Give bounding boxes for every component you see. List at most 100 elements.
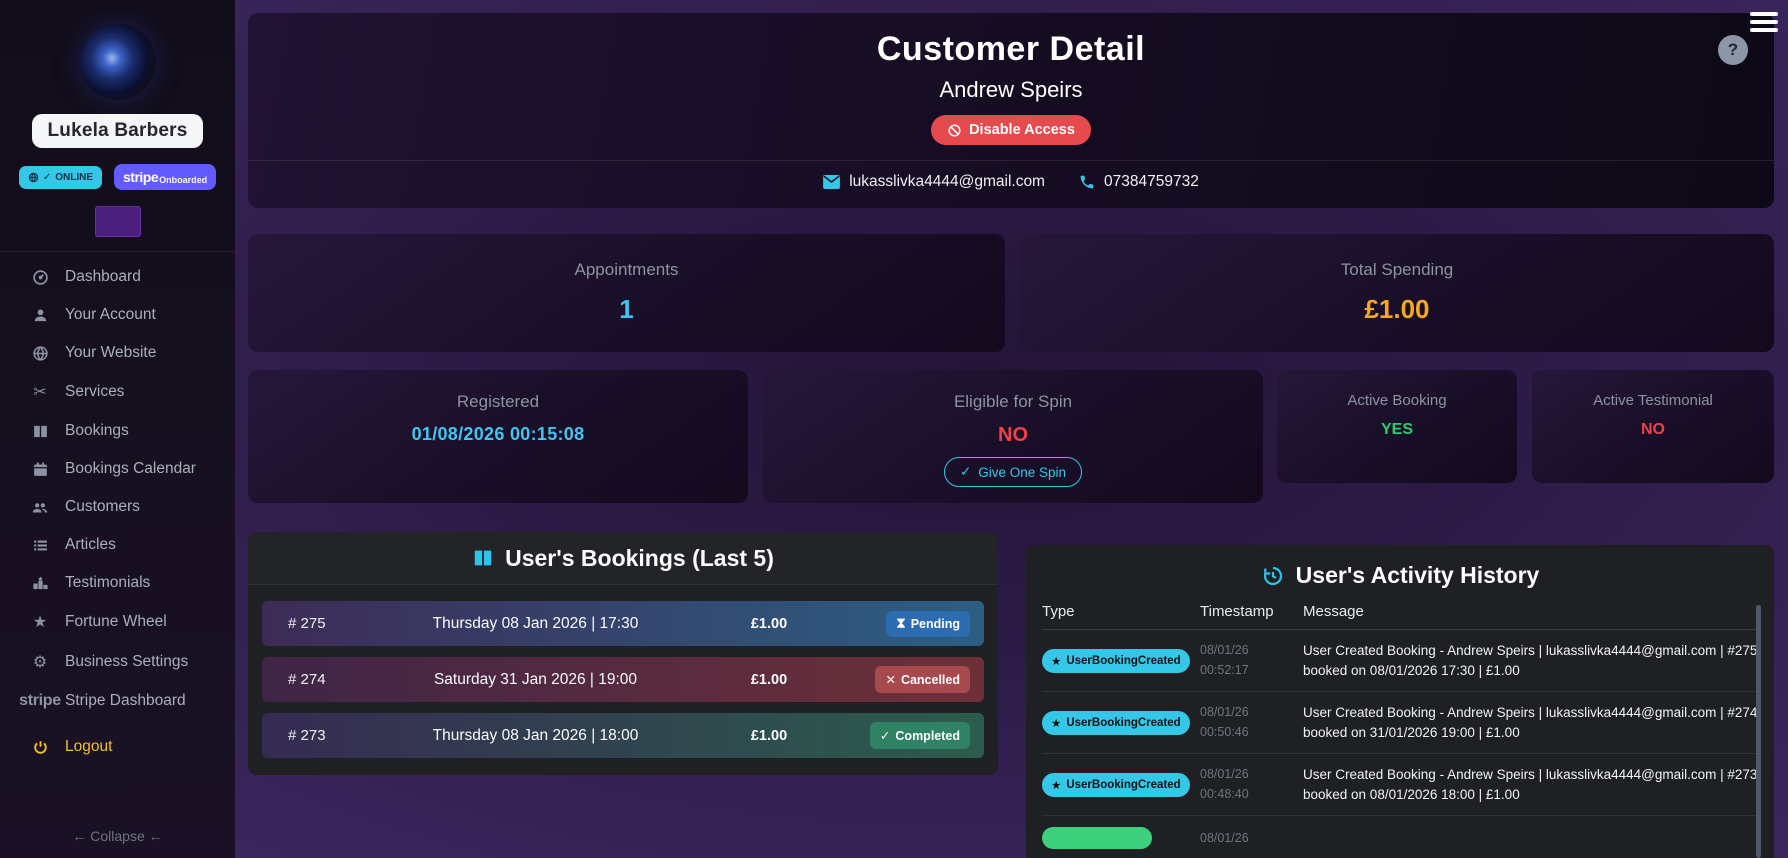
phone-text: 07384759732 [1103,173,1199,190]
booking-id: # 273 [288,727,326,744]
sidebar: Lukela Barbers ✓ ONLINE stripe Onboarded… [0,0,235,858]
customer-email[interactable]: lukasslivka4444@gmail.com [823,173,1045,191]
activity-date: 08/01/26 [1200,643,1249,658]
sidebar-item-label: Articles [65,536,116,553]
activity-type-label: UserBookingCreated [1066,716,1181,729]
status-label: Pending [910,616,960,631]
sidebar-item-services[interactable]: ✂ Services [0,372,235,412]
activity-type-badge [1042,827,1152,850]
sidebar-item-label: Fortune Wheel [65,613,167,630]
booking-row[interactable]: # 273 Thursday 08 Jan 2026 | 18:00 £1.00… [262,713,984,758]
sidebar-item-bookings[interactable]: Bookings [0,412,235,450]
sidebar-item-logout[interactable]: Logout [0,728,235,766]
activity-time: 00:48:40 [1200,786,1249,801]
registered-card: Registered 01/08/2026 00:15:08 [248,370,748,503]
status-badge-cancelled: ✕ Cancelled [875,666,970,693]
star-icon: ★ [1051,779,1062,792]
active-booking-value: YES [1380,421,1413,438]
sidebar-item-your-website[interactable]: Your Website [0,334,235,372]
eligible-spin-card: Eligible for Spin NO ✓ Give One Spin [763,370,1263,503]
disable-access-button[interactable]: Disable Access [931,115,1091,145]
help-button[interactable]: ? [1718,35,1748,65]
gears-icon: ⚙ [32,654,48,671]
header-divider [248,160,1774,161]
star-icon: ★ [32,614,48,631]
activity-message: User Created Booking - Andrew Speirs | l… [1303,643,1758,678]
booking-price: £1.00 [750,615,788,632]
sidebar-item-label: Your Account [65,306,156,323]
activity-row: ★ UserBookingCreated 08/01/26 00:50:46 Use… [1042,692,1758,755]
total-spending-value: £1.00 [1364,294,1430,324]
activity-scrollbar[interactable] [1756,605,1761,858]
customer-name: Andrew Speirs [939,77,1083,102]
main-content: Customer Detail Andrew Speirs Disable Ac… [235,0,1788,858]
give-one-spin-button[interactable]: ✓ Give One Spin [943,457,1083,487]
brand-name: Lukela Barbers [32,114,203,148]
booking-row[interactable]: # 274 Saturday 31 Jan 2026 | 19:00 £1.00… [262,657,984,702]
give-one-spin-label: Give One Spin [978,464,1067,480]
activity-row: 08/01/26 [1042,816,1758,858]
customer-phone[interactable]: 07384759732 [1079,173,1199,191]
sidebar-item-customers[interactable]: Customers [0,488,235,526]
sidebar-item-dashboard[interactable]: Dashboard [0,258,235,296]
appointments-label: Appointments [574,260,679,279]
activity-date: 08/01/26 [1200,705,1249,720]
calendar-icon [30,461,50,478]
activity-history-panel: User's Activity History Type Timestamp M… [1026,545,1774,858]
activity-table-header: Type Timestamp Message [1042,603,1758,630]
appointments-value: 1 [619,294,634,324]
activity-type-badge: ★ UserBookingCreated [1042,710,1190,735]
check-icon: ✓ [42,171,52,183]
no-entry-icon [947,123,962,138]
sidebar-item-testimonials[interactable]: Testimonials [0,564,235,602]
col-message: Message [1303,603,1364,620]
stripe-icon: stripe [19,692,61,709]
customer-detail-header: Customer Detail Andrew Speirs Disable Ac… [248,13,1774,208]
sidebar-item-label: Services [65,383,125,400]
sidebar-item-stripe-dashboard[interactable]: stripe Stripe Dashboard [0,682,235,720]
stripe-badge-word: stripe [123,169,159,185]
active-booking-card: Active Booking YES [1277,370,1517,483]
status-badge-pending: Pending [885,610,970,637]
sidebar-item-bookings-calendar[interactable]: Bookings Calendar [0,450,235,488]
sidebar-divider [0,251,235,252]
activity-time: 00:52:17 [1200,662,1249,677]
theme-color-swatch [94,206,141,237]
sidebar-item-label: Bookings Calendar [65,460,196,477]
activity-message: User Created Booking - Andrew Speirs | l… [1303,705,1758,740]
col-timestamp: Timestamp [1200,603,1274,620]
sidebar-item-your-account[interactable]: Your Account [0,296,235,334]
sidebar-item-business-settings[interactable]: ⚙ Business Settings [0,642,235,682]
book-icon [30,423,50,440]
booking-datetime: Thursday 08 Jan 2026 | 17:30 [432,614,639,632]
sidebar-collapse-button[interactable]: ← Collapse ← [0,828,235,844]
bookings-panel-title: User's Bookings (Last 5) [505,544,774,571]
hourglass-icon [896,618,906,630]
check-icon: ✓ [959,464,972,479]
sidebar-item-label: Stripe Dashboard [65,692,186,709]
sidebar-item-articles[interactable]: Articles [0,526,235,564]
booking-row[interactable]: # 275 Thursday 08 Jan 2026 | 17:30 £1.00… [262,601,984,646]
person-icon [30,307,50,324]
people-icon [30,499,50,516]
globe-icon [28,172,39,183]
sidebar-item-fortune-wheel[interactable]: ★ Fortune Wheel [0,602,235,642]
power-icon [30,739,50,756]
disable-access-label: Disable Access [969,122,1075,138]
activity-date: 08/01/26 [1200,830,1249,845]
sidebar-item-label: Business Settings [65,653,189,670]
status-badge-completed: ✓ Completed [869,722,970,749]
stripe-onboarded-badge: stripe Onboarded [114,164,217,190]
col-type: Type [1042,603,1075,620]
question-mark-icon: ? [1727,40,1739,59]
page-title: Customer Detail [876,30,1146,68]
registered-value: 01/08/2026 00:15:08 [411,424,585,444]
online-badge-label: ONLINE [55,171,94,183]
envelope-icon [823,175,841,189]
globe-icon [30,345,50,362]
activity-row: ★ UserBookingCreated 08/01/26 00:52:17 Use… [1042,630,1758,693]
podium-icon [30,575,50,592]
hamburger-menu-icon[interactable] [1750,12,1778,36]
status-label: Completed [895,728,960,743]
booking-price: £1.00 [750,671,788,688]
